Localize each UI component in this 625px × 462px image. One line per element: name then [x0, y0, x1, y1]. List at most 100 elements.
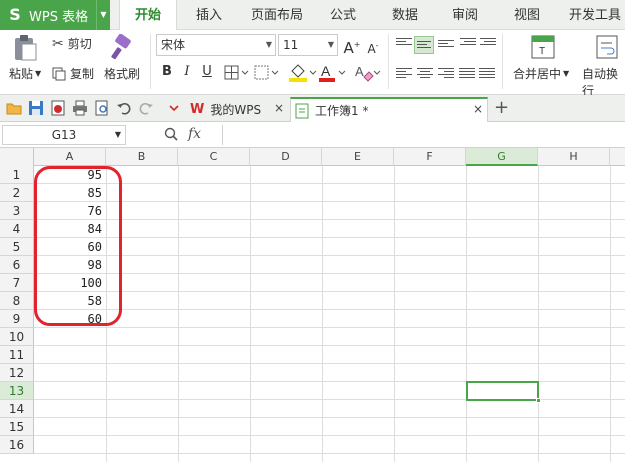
row-header-15[interactable]: 15: [0, 418, 34, 436]
wrap-text-icon[interactable]: [596, 35, 618, 59]
tab-page-layout[interactable]: 页面布局: [246, 0, 308, 30]
column-header-h[interactable]: H: [538, 148, 610, 166]
grid-row-line: [34, 219, 625, 220]
select-all-corner[interactable]: [0, 148, 34, 166]
row-header-9[interactable]: 9: [0, 310, 34, 328]
column-header-row: ABCDEFGH: [0, 148, 625, 166]
wps-w-icon: W: [190, 102, 205, 117]
fill-handle[interactable]: [536, 398, 541, 403]
align-middle-icon[interactable]: [414, 36, 434, 54]
close-tab-icon[interactable]: ×: [473, 102, 483, 116]
underline-icon[interactable]: U: [198, 63, 216, 81]
grid-row-line: [34, 363, 625, 364]
row-header-4[interactable]: 4: [0, 220, 34, 238]
format-painter-icon[interactable]: [110, 34, 134, 60]
distributed-align-icon[interactable]: [479, 68, 495, 82]
app-menu-caret-icon[interactable]: ▼: [96, 0, 110, 30]
close-tab-icon[interactable]: ×: [274, 101, 284, 115]
font-size-caret-icon: ▼: [327, 40, 334, 49]
row-header-8[interactable]: 8: [0, 292, 34, 310]
column-header-b[interactable]: B: [106, 148, 178, 166]
format-painter-button[interactable]: 格式刷: [104, 65, 140, 82]
decrease-font-size-icon[interactable]: A-: [364, 37, 382, 56]
align-left-icon[interactable]: [396, 68, 412, 82]
name-box[interactable]: G13 ▼: [2, 125, 126, 145]
justify-icon[interactable]: [459, 68, 475, 82]
export-pdf-icon[interactable]: [50, 100, 66, 116]
row-header-12[interactable]: 12: [0, 364, 34, 382]
merge-center-icon[interactable]: T: [531, 35, 555, 59]
font-name-select[interactable]: 宋体 ▼: [156, 34, 276, 56]
tab-insert[interactable]: 插入: [186, 0, 232, 30]
decrease-indent-icon[interactable]: [460, 38, 476, 52]
new-tab-plus-icon[interactable]: +: [494, 97, 509, 118]
tab-home[interactable]: 开始: [119, 0, 177, 31]
format-painter-label: 格式刷: [104, 67, 141, 81]
row-header-2[interactable]: 2: [0, 184, 34, 202]
paste-button[interactable]: 粘贴 ▼: [9, 65, 41, 82]
cut-button[interactable]: ✂ 剪切: [52, 35, 92, 52]
insert-function-icon[interactable]: fx: [188, 126, 201, 142]
print-icon[interactable]: [72, 100, 88, 116]
tab-formulas[interactable]: 公式: [324, 0, 362, 30]
borders-icon[interactable]: [224, 65, 252, 81]
row-header-7[interactable]: 7: [0, 274, 34, 292]
undo-icon[interactable]: [116, 100, 132, 116]
row-header-11[interactable]: 11: [0, 346, 34, 364]
grid-row-line: [34, 237, 625, 238]
redo-icon[interactable]: [138, 100, 154, 116]
align-right-icon[interactable]: [438, 68, 454, 82]
font-size-select[interactable]: 11 ▼: [278, 34, 338, 56]
column-header-a[interactable]: A: [34, 148, 106, 166]
bold-icon[interactable]: B: [158, 63, 176, 81]
italic-icon[interactable]: I: [178, 63, 196, 81]
tab-view[interactable]: 视图: [508, 0, 546, 30]
column-header-d[interactable]: D: [250, 148, 322, 166]
align-center-icon[interactable]: [417, 68, 433, 82]
wrap-text-button[interactable]: 自动换行: [582, 65, 625, 99]
grid-row-line: [34, 273, 625, 274]
print-preview-icon[interactable]: [94, 100, 110, 116]
selected-cell-g13[interactable]: [466, 381, 541, 403]
fill-color-icon[interactable]: [288, 63, 318, 83]
grid-row-line: [34, 435, 625, 436]
doc-tab-workbook1[interactable]: 工作簿1 * ×: [290, 97, 488, 122]
tab-review[interactable]: 审阅: [446, 0, 484, 30]
row-header-10[interactable]: 10: [0, 328, 34, 346]
row-header-1[interactable]: 1: [0, 166, 34, 184]
increase-font-size-icon[interactable]: A+: [343, 36, 361, 57]
column-header-e[interactable]: E: [322, 148, 394, 166]
app-menu-button[interactable]: S WPS 表格 ▼: [0, 0, 110, 30]
customize-toolbar-icon[interactable]: [166, 100, 182, 116]
grid-row-line: [34, 291, 625, 292]
row-header-6[interactable]: 6: [0, 256, 34, 274]
formula-input[interactable]: [222, 125, 625, 145]
increase-indent-icon[interactable]: [480, 38, 496, 52]
column-header-f[interactable]: F: [394, 148, 466, 166]
fill-pattern-icon[interactable]: [254, 65, 282, 81]
app-name: WPS 表格: [29, 9, 89, 25]
column-header-c[interactable]: C: [178, 148, 250, 166]
tab-developer[interactable]: 开发工具: [565, 0, 625, 30]
spreadsheet-grid[interactable]: ABCDEFGH 1 2 3 4 5 6 7 8 9 10 11 12 13 14 15 16 95 85 76 84…: [0, 148, 625, 462]
merge-center-button[interactable]: 合并居中 ▼: [513, 65, 569, 82]
paste-icon[interactable]: [12, 34, 38, 62]
zoom-icon[interactable]: [164, 127, 178, 141]
row-header-16[interactable]: 16: [0, 436, 34, 454]
open-folder-icon[interactable]: [6, 100, 22, 116]
row-header-3[interactable]: 3: [0, 202, 34, 220]
save-icon[interactable]: [28, 100, 44, 116]
font-color-icon[interactable]: A: [318, 63, 348, 83]
align-top-icon[interactable]: [396, 38, 412, 52]
clear-format-icon[interactable]: A: [353, 63, 381, 83]
row-header-14[interactable]: 14: [0, 400, 34, 418]
row-header-13[interactable]: 13: [0, 382, 34, 400]
grid-row-line: [34, 309, 625, 310]
align-bottom-icon[interactable]: [438, 40, 454, 54]
copy-button[interactable]: 复制: [52, 65, 94, 82]
grid-row-line: [34, 417, 625, 418]
row-header-5[interactable]: 5: [0, 238, 34, 256]
tab-data[interactable]: 数据: [386, 0, 424, 30]
column-header-g[interactable]: G: [466, 148, 538, 166]
doc-tab-my-wps[interactable]: W 我的WPS ×: [186, 97, 286, 122]
